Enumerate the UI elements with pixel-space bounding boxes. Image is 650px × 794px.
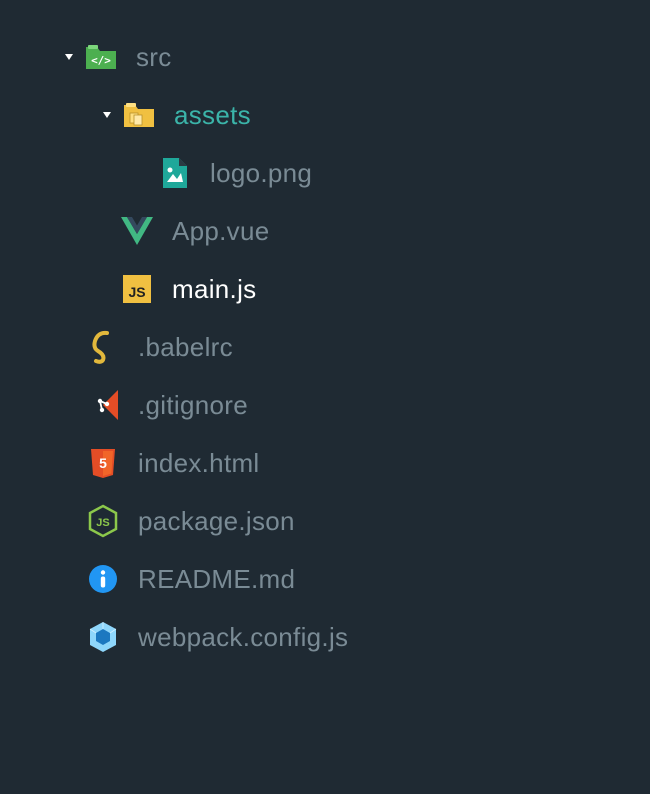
info-icon (86, 562, 120, 596)
folder-code-icon: </> (84, 40, 118, 74)
tree-item-src[interactable]: </> src (0, 28, 650, 86)
nodejs-icon: JS (86, 504, 120, 538)
tree-item-label: package.json (138, 506, 295, 537)
tree-item-gitignore[interactable]: .gitignore (0, 376, 650, 434)
tree-item-indexhtml[interactable]: 5 index.html (0, 434, 650, 492)
js-icon: JS (120, 272, 154, 306)
folder-assets-icon (122, 98, 156, 132)
git-icon (86, 388, 120, 422)
babel-icon (86, 330, 120, 364)
svg-text:5: 5 (99, 455, 107, 471)
tree-item-label: webpack.config.js (138, 622, 348, 653)
tree-item-label: App.vue (172, 216, 270, 247)
tree-item-label: index.html (138, 448, 260, 479)
tree-item-mainjs[interactable]: JS main.js (0, 260, 650, 318)
vue-icon (120, 214, 154, 248)
expand-toggle-icon[interactable] (62, 50, 76, 64)
tree-item-readme[interactable]: README.md (0, 550, 650, 608)
tree-item-packagejson[interactable]: JS package.json (0, 492, 650, 550)
tree-item-label: logo.png (210, 158, 312, 189)
tree-item-label: .gitignore (138, 390, 248, 421)
tree-item-label: README.md (138, 564, 295, 595)
svg-text:</>: </> (91, 54, 111, 67)
tree-item-assets[interactable]: assets (0, 86, 650, 144)
tree-item-label: main.js (172, 274, 256, 305)
tree-item-label: src (136, 42, 172, 73)
tree-item-label: .babelrc (138, 332, 233, 363)
svg-text:JS: JS (128, 284, 145, 300)
tree-item-babelrc[interactable]: .babelrc (0, 318, 650, 376)
svg-text:JS: JS (96, 517, 109, 529)
tree-item-appvue[interactable]: App.vue (0, 202, 650, 260)
html5-icon: 5 (86, 446, 120, 480)
image-file-icon (158, 156, 192, 190)
tree-item-label: assets (174, 100, 251, 131)
tree-item-logo[interactable]: logo.png (0, 144, 650, 202)
tree-item-webpackconfig[interactable]: webpack.config.js (0, 608, 650, 666)
webpack-icon (86, 620, 120, 654)
expand-toggle-icon[interactable] (100, 108, 114, 122)
